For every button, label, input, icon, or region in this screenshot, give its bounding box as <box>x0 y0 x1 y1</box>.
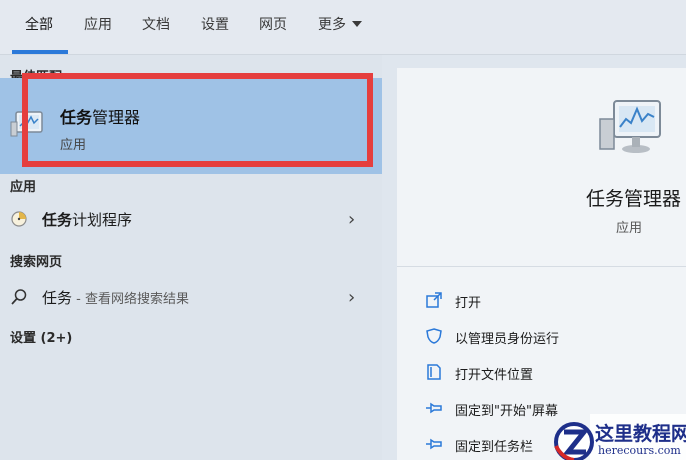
web-search-term: 任务 <box>42 289 73 307</box>
settings-header[interactable]: 设置 (2+) <box>10 327 72 346</box>
action-open-label: 打开 <box>455 296 482 311</box>
details-divider <box>397 266 686 267</box>
action-run-as-admin[interactable]: 以管理员身份运行 <box>425 324 675 350</box>
app-result-label: 任务计划程序 <box>42 209 132 230</box>
details-title: 任务管理器 <box>585 188 681 210</box>
tab-more[interactable]: 更多 <box>318 14 362 34</box>
best-match-item[interactable] <box>0 78 382 174</box>
task-manager-icon <box>10 111 43 137</box>
clock-icon <box>11 211 27 227</box>
web-search-result[interactable]: 任务 - 查看网络搜索结果 › <box>0 279 382 315</box>
shield-icon <box>426 328 442 344</box>
details-subtitle: 应用 <box>616 221 643 236</box>
app-result-task-scheduler[interactable]: 任务计划程序 › <box>0 201 382 237</box>
action-open-file-location[interactable]: 打开文件位置 <box>425 360 675 386</box>
best-match-subtitle: 应用 <box>60 138 87 153</box>
chevron-right-icon[interactable]: › <box>348 287 355 308</box>
watermark-url: herecours.com <box>598 444 681 457</box>
task-manager-large-icon <box>599 100 661 153</box>
best-match-title-bold: 任务 <box>60 108 93 127</box>
tab-all[interactable]: 全部 <box>25 14 53 34</box>
best-match-title: 任务管理器 <box>60 104 140 128</box>
tab-web[interactable]: 网页 <box>259 14 287 34</box>
tab-documents[interactable]: 文档 <box>142 14 170 34</box>
action-pin-to-taskbar-label: 固定到任务栏 <box>455 440 534 455</box>
watermark-name: 这里教程网 <box>595 423 686 445</box>
action-run-as-admin-label: 以管理员身份运行 <box>455 332 560 347</box>
app-result-rest: 计划程序 <box>72 211 133 229</box>
search-tab-bar: 全部 应用 文档 设置 网页 更多 <box>0 0 686 55</box>
file-location-icon <box>427 364 441 380</box>
details-pane: 任务管理器 应用 打开 以管理员身份运行 打开文件位置 固定到"开始"屏幕 固定… <box>397 68 686 460</box>
best-match-title-rest: 管理器 <box>92 108 141 127</box>
active-tab-indicator <box>12 50 68 54</box>
pin-icon <box>426 402 442 414</box>
web-search-label: 任务 - 查看网络搜索结果 <box>42 287 189 308</box>
search-icon <box>11 289 27 305</box>
action-open[interactable]: 打开 <box>425 288 675 314</box>
web-search-hint: - 查看网络搜索结果 <box>72 292 189 307</box>
web-search-header: 搜索网页 <box>10 255 63 270</box>
caret-down-icon <box>352 21 362 27</box>
tab-apps[interactable]: 应用 <box>84 14 112 34</box>
pin-icon <box>426 438 442 450</box>
action-open-file-location-label: 打开文件位置 <box>455 368 534 383</box>
chevron-right-icon[interactable]: › <box>348 209 355 230</box>
app-result-bold: 任务 <box>42 211 73 229</box>
apps-header: 应用 <box>10 180 37 195</box>
tab-more-label: 更多 <box>318 17 346 33</box>
tab-settings[interactable]: 设置 <box>201 14 229 34</box>
open-icon <box>426 292 442 308</box>
